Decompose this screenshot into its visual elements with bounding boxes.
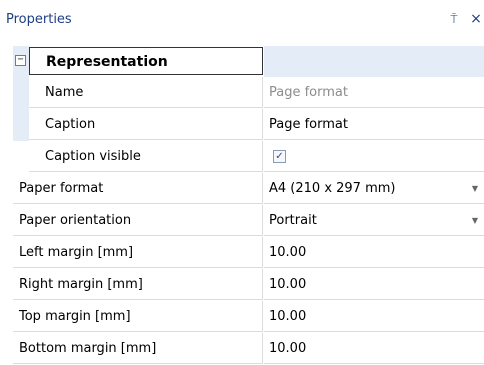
properties-titlebar: Properties ⍑ × xyxy=(0,0,484,40)
property-row-right-margin[interactable]: Right margin [mm] 10.00 xyxy=(13,269,484,301)
chevron-down-icon[interactable]: ▼ xyxy=(466,175,484,202)
right-margin-field[interactable]: 10.00 xyxy=(264,269,484,300)
property-value xyxy=(264,141,484,172)
property-label: Left margin [mm] xyxy=(13,237,263,268)
property-grid: − Representation Name Page format Captio… xyxy=(13,46,484,364)
property-value: Page format xyxy=(264,77,484,108)
panel-title: Properties xyxy=(6,12,72,27)
property-row-left-margin[interactable]: Left margin [mm] 10.00 xyxy=(13,237,484,269)
collapse-icon[interactable]: − xyxy=(15,55,26,66)
property-label: Paper format xyxy=(13,173,263,204)
property-row-bottom-margin[interactable]: Bottom margin [mm] 10.00 xyxy=(13,333,484,365)
category-label: Representation xyxy=(29,47,263,75)
category-value xyxy=(264,46,484,77)
top-margin-field[interactable]: 10.00 xyxy=(264,301,484,332)
chevron-down-icon[interactable]: ▼ xyxy=(466,207,484,234)
property-label: Paper orientation xyxy=(13,205,263,236)
property-label: Bottom margin [mm] xyxy=(13,333,263,364)
paper-orientation-select[interactable]: Portrait xyxy=(264,205,484,236)
property-row-paper-format[interactable]: Paper format A4 (210 x 297 mm) ▼ xyxy=(13,173,484,205)
bottom-margin-field[interactable]: 10.00 xyxy=(264,333,484,364)
property-row-name[interactable]: Name Page format xyxy=(13,77,484,109)
pin-icon[interactable]: ⍑ xyxy=(447,11,461,27)
property-row-paper-orientation[interactable]: Paper orientation Portrait ▼ xyxy=(13,205,484,237)
paper-format-select[interactable]: A4 (210 x 297 mm) xyxy=(264,173,484,204)
property-label: Caption visible xyxy=(29,141,263,172)
caption-visible-checkbox[interactable]: ✓ xyxy=(273,150,286,163)
property-label: Name xyxy=(29,77,263,108)
property-row-top-margin[interactable]: Top margin [mm] 10.00 xyxy=(13,301,484,333)
property-row-caption[interactable]: Caption Page format xyxy=(13,109,484,141)
close-icon[interactable]: × xyxy=(468,11,484,27)
property-row-caption-visible[interactable]: Caption visible ✓ xyxy=(13,141,484,173)
property-label: Right margin [mm] xyxy=(13,269,263,300)
category-row-representation[interactable]: − Representation xyxy=(13,46,484,78)
left-margin-field[interactable]: 10.00 xyxy=(264,237,484,268)
property-value[interactable]: Page format xyxy=(264,109,484,140)
property-label: Caption xyxy=(29,109,263,140)
property-label: Top margin [mm] xyxy=(13,301,263,332)
